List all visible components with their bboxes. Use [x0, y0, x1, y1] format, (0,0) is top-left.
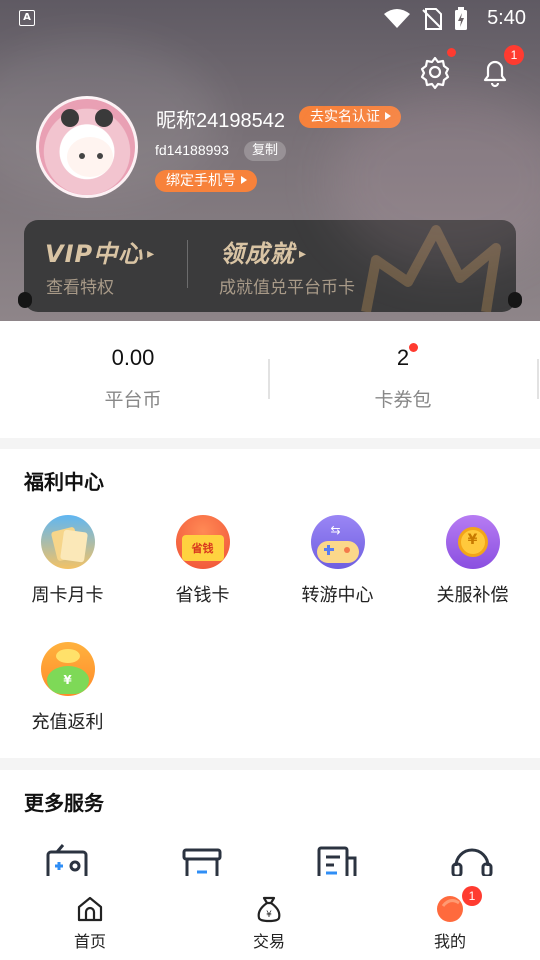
user-id: fd14188993 [155, 142, 229, 158]
save-money-card-item[interactable]: 省钱 省钱卡 [135, 515, 270, 607]
money-bag-icon: ¥ [257, 896, 281, 923]
divider [537, 359, 539, 399]
platform-coin-stat[interactable]: 0.00 平台币 [33, 345, 233, 412]
copy-id-button[interactable]: 复制 [244, 141, 287, 161]
home-icon [77, 896, 103, 922]
profile-icon [437, 896, 463, 922]
keyboard-indicator-icon: A [19, 10, 35, 26]
coupon-wallet-stat[interactable]: 2 卡券包 [303, 343, 503, 412]
vip-center-title: VIP中心 ▸ [45, 240, 156, 268]
play-arrow-icon [385, 112, 391, 120]
status-time: 5:40 [487, 7, 526, 29]
game-transfer-icon: ⇆ [310, 515, 365, 569]
platform-coin-label: 平台币 [104, 389, 162, 411]
section-title: 更多服务 [24, 791, 104, 815]
tab-home[interactable]: 首页 [40, 894, 140, 952]
nickname: 昵称24198542 [156, 110, 285, 132]
play-arrow-icon [241, 176, 247, 184]
tab-profile[interactable]: 1 我的 [400, 886, 500, 952]
settings-button[interactable] [417, 48, 456, 90]
gear-icon [420, 56, 450, 90]
wallet-stats: 0.00 平台币 2 卡券包 [0, 321, 540, 438]
notification-badge: 1 [504, 45, 524, 65]
week-month-card-item[interactable]: 周卡月卡 [0, 515, 135, 607]
notifications-button[interactable]: 1 [477, 45, 524, 90]
status-icons [384, 7, 468, 31]
coupon-red-dot [409, 343, 418, 352]
tab-trade[interactable]: ¥ 交易 [219, 894, 319, 952]
vip-center-subtitle: 查看特权 [46, 278, 114, 298]
battery-charging-icon [455, 7, 467, 30]
avatar[interactable] [36, 96, 138, 198]
more-services-section: 更多服务 [0, 770, 540, 885]
tab-label: 交易 [252, 932, 285, 951]
item-label: 周卡月卡 [31, 585, 104, 606]
bind-phone-label: 绑定手机号 [166, 173, 236, 189]
coupon-wallet-value: 2 [396, 345, 410, 370]
tab-label: 我的 [433, 932, 466, 951]
section-title: 福利中心 [24, 470, 104, 494]
wifi-icon [384, 9, 410, 28]
vip-card: VIP中心 ▸ 查看特权 领成就 ▸ 成就值兑平台币卡 [24, 220, 516, 312]
week-month-card-icon [40, 515, 95, 569]
verify-identity-label: 去实名认证 [310, 109, 380, 125]
recharge-rebate-item[interactable]: ¥ 充值返利 [0, 642, 135, 734]
tab-label: 首页 [73, 932, 106, 951]
game-transfer-item[interactable]: ⇆ 转游中心 [270, 515, 405, 607]
profile-header: A 5:40 1 昵称24198542 去实名认证 fd14188993 复制 … [0, 0, 540, 321]
verify-identity-button[interactable]: 去实名认证 [299, 106, 401, 128]
status-bar: A 5:40 [0, 0, 540, 36]
bottom-tab-bar: 首页 ¥ 交易 1 我的 [0, 876, 540, 960]
item-label: 转游中心 [301, 585, 374, 606]
server-close-compensation-icon: ¥ [445, 515, 500, 569]
save-money-card-icon: 省钱 [175, 515, 230, 569]
chevron-right-icon: ▸ [147, 246, 156, 262]
item-label: 充值返利 [31, 712, 104, 733]
no-sim-icon [422, 8, 442, 30]
item-label: 关服补偿 [436, 585, 509, 606]
achievement-title: 领成就 ▸ [220, 240, 308, 268]
coupon-wallet-label: 卡券包 [374, 389, 432, 411]
svg-text:¥: ¥ [266, 910, 272, 920]
divider [268, 359, 270, 399]
vip-center-link[interactable]: VIP中心 ▸ 查看特权 [24, 220, 187, 312]
achievement-subtitle: 成就值兑平台币卡 [219, 278, 355, 298]
item-label: 省钱卡 [175, 585, 230, 606]
bind-phone-button[interactable]: 绑定手机号 [155, 170, 257, 192]
chevron-right-icon: ▸ [299, 246, 308, 262]
welfare-center-section: 福利中心 周卡月卡 省钱 省钱卡 ⇆ 转游中心 ¥ 关服补偿 ¥ 充值返利 [0, 449, 540, 758]
profile-badge: 1 [462, 886, 482, 906]
achievement-link[interactable]: 领成就 ▸ 成就值兑平台币卡 [188, 220, 438, 312]
settings-red-dot [447, 48, 456, 57]
recharge-rebate-icon: ¥ [40, 642, 95, 696]
server-close-compensation-item[interactable]: ¥ 关服补偿 [405, 515, 540, 607]
platform-coin-value: 0.00 [111, 345, 155, 370]
